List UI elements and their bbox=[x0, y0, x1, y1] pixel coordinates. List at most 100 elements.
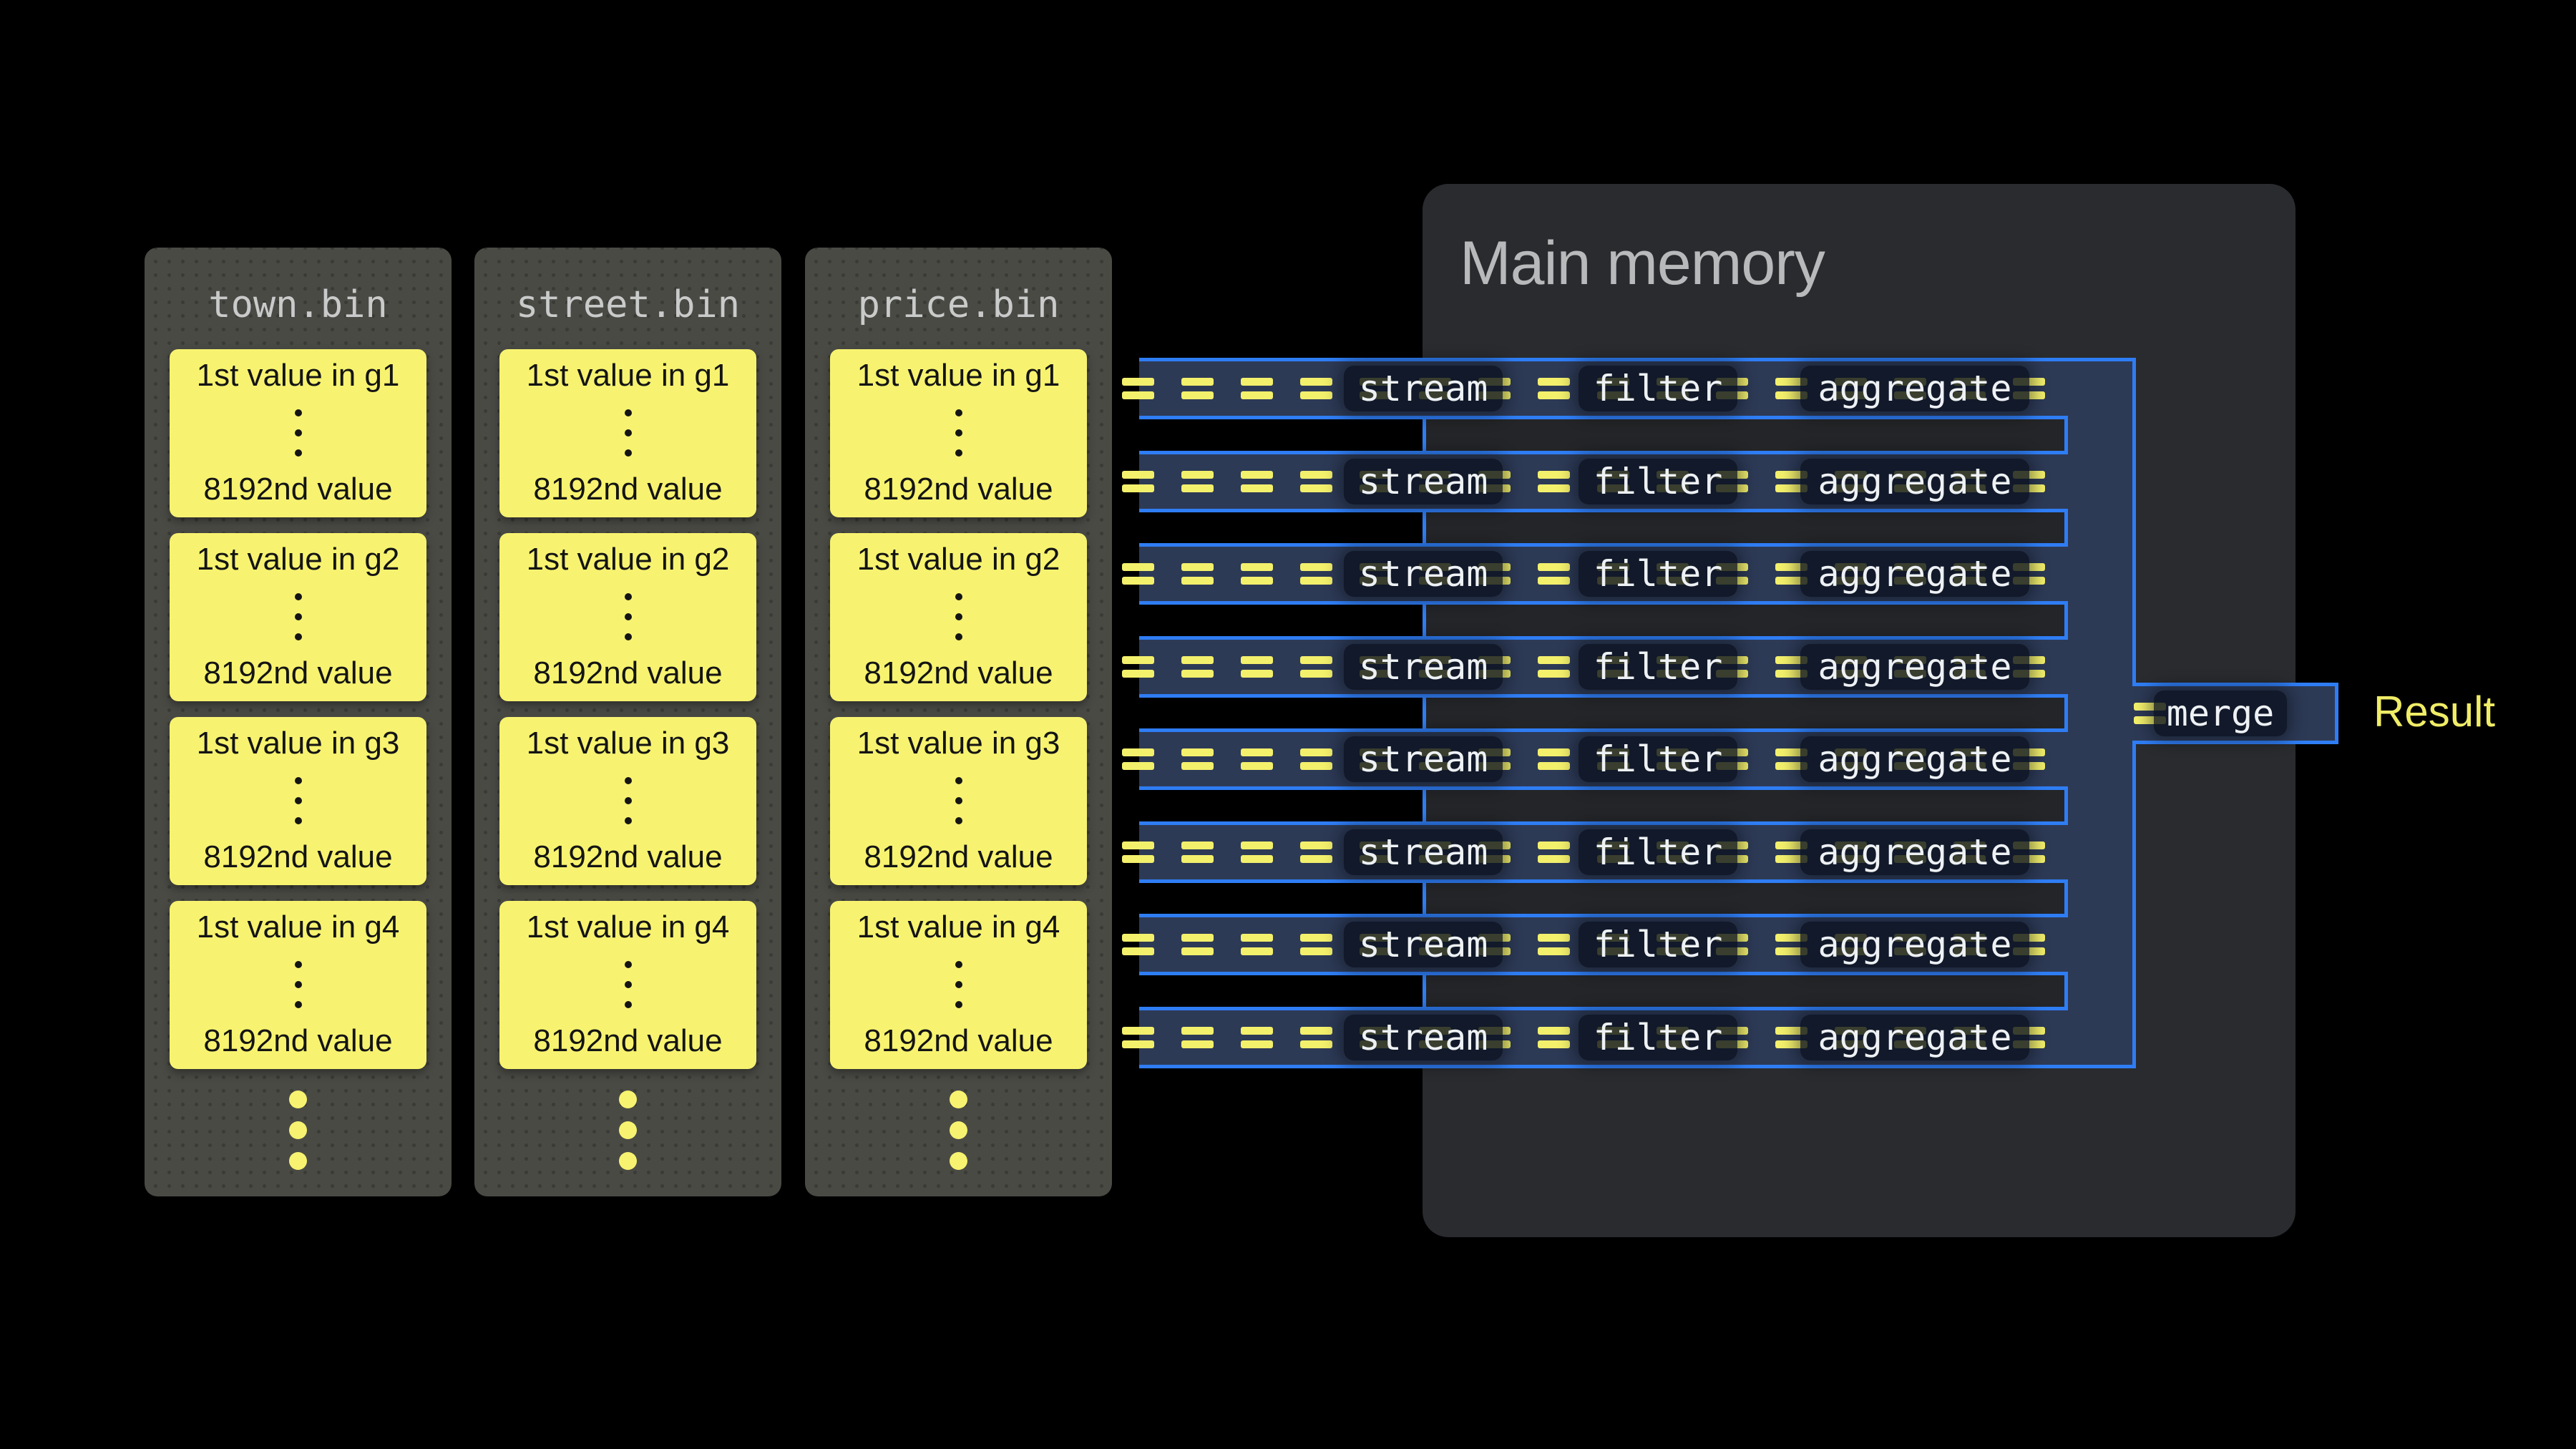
stage-aggregate: aggregate bbox=[1800, 736, 2029, 782]
ellipsis-dots bbox=[955, 777, 962, 824]
more-groups-dot bbox=[950, 1091, 967, 1108]
stage-stream: stream bbox=[1344, 459, 1503, 504]
group-last-value: 8192nd value bbox=[533, 839, 722, 875]
more-groups-dot bbox=[619, 1121, 637, 1139]
pipeline-row-4: streamfilteraggregate bbox=[1139, 636, 2068, 698]
group-cell: 1st value in g38192nd value bbox=[170, 717, 426, 885]
data-chunk-icon bbox=[1538, 563, 1570, 585]
stage-filter: filter bbox=[1579, 1015, 1737, 1060]
data-chunk-icon bbox=[1122, 656, 1154, 678]
data-chunk-icon bbox=[1300, 934, 1332, 955]
stage-filter: filter bbox=[1579, 366, 1737, 411]
group-first-value: 1st value in g4 bbox=[527, 909, 730, 945]
data-chunk-icon bbox=[1300, 748, 1332, 770]
ellipsis-dot bbox=[625, 777, 632, 784]
group-cell: 1st value in g38192nd value bbox=[830, 717, 1087, 885]
more-groups-dot bbox=[289, 1121, 307, 1139]
group-cell: 1st value in g4 8192nd value bbox=[830, 901, 1087, 1069]
stage-aggregate: aggregate bbox=[1800, 644, 2029, 690]
ellipsis-dot bbox=[625, 817, 632, 824]
group-first-value: 1st value in g4 bbox=[197, 909, 400, 945]
ellipsis-dot bbox=[295, 449, 302, 457]
more-groups-dots bbox=[474, 1091, 781, 1170]
more-groups-dot bbox=[289, 1152, 307, 1170]
pipeline-row-1: streamfilteraggregate bbox=[1139, 358, 2068, 419]
ellipsis-dot bbox=[295, 1001, 302, 1008]
ellipsis-dot bbox=[295, 613, 302, 620]
more-groups-dots bbox=[805, 1091, 1112, 1170]
file-column-street.bin: street.bin1st value in g18192nd value1st… bbox=[474, 248, 781, 1196]
group-first-value: 1st value in g2 bbox=[527, 542, 730, 577]
group-last-value: 8192nd value bbox=[864, 1023, 1053, 1059]
file-column-town.bin: town.bin1st value in g18192nd value1st v… bbox=[145, 248, 452, 1196]
stage-stream: stream bbox=[1344, 922, 1503, 967]
ellipsis-dots bbox=[295, 593, 302, 640]
stage-aggregate: aggregate bbox=[1800, 829, 2029, 875]
group-first-value: 1st value in g4 bbox=[857, 909, 1060, 945]
data-chunk-icon bbox=[1241, 471, 1273, 492]
ellipsis-dot bbox=[625, 613, 632, 620]
pipeline-spine bbox=[2068, 358, 2136, 1068]
pipeline-gap-buffer bbox=[1423, 883, 2068, 914]
stage-filter: filter bbox=[1579, 922, 1737, 967]
ellipsis-dot bbox=[955, 593, 962, 600]
result-label: Result bbox=[2373, 691, 2495, 733]
ellipsis-dot bbox=[295, 817, 302, 824]
ellipsis-dot bbox=[625, 409, 632, 416]
data-chunk-icon bbox=[1122, 934, 1154, 955]
more-groups-dot bbox=[950, 1121, 967, 1139]
group-cell: 1st value in g18192nd value bbox=[170, 349, 426, 517]
ellipsis-dots bbox=[625, 777, 632, 824]
ellipsis-dot bbox=[955, 409, 962, 416]
ellipsis-dot bbox=[295, 961, 302, 968]
group-cell: 1st value in g2 8192nd value bbox=[499, 533, 756, 701]
data-chunk-icon bbox=[1300, 841, 1332, 863]
data-chunk-icon bbox=[1181, 656, 1214, 678]
stage-stream: stream bbox=[1344, 829, 1503, 875]
data-chunk-icon bbox=[1538, 471, 1570, 492]
pipeline-gap-buffer bbox=[1423, 419, 2068, 451]
ellipsis-dot bbox=[955, 613, 962, 620]
data-chunk-icon bbox=[1300, 378, 1332, 399]
ellipsis-dot bbox=[625, 593, 632, 600]
ellipsis-dot bbox=[295, 777, 302, 784]
stage-aggregate: aggregate bbox=[1800, 551, 2029, 597]
ellipsis-dot bbox=[955, 961, 962, 968]
ellipsis-dot bbox=[295, 593, 302, 600]
ellipsis-dot bbox=[295, 409, 302, 416]
group-first-value: 1st value in g1 bbox=[527, 358, 730, 394]
data-chunk-icon bbox=[1300, 1027, 1332, 1048]
ellipsis-dots bbox=[625, 409, 632, 457]
ellipsis-dot bbox=[955, 981, 962, 988]
stage-filter: filter bbox=[1579, 551, 1737, 597]
group-first-value: 1st value in g3 bbox=[197, 726, 400, 761]
data-chunk-icon bbox=[1122, 1027, 1154, 1048]
ellipsis-dot bbox=[295, 429, 302, 436]
stage-filter: filter bbox=[1579, 736, 1737, 782]
group-first-value: 1st value in g1 bbox=[197, 358, 400, 394]
more-groups-dot bbox=[289, 1091, 307, 1108]
ellipsis-dots bbox=[295, 409, 302, 457]
comb-right-border-top bbox=[2132, 358, 2136, 683]
pipeline-row-7: stream filter aggregate bbox=[1139, 914, 2068, 975]
stage-stream: stream bbox=[1344, 1015, 1503, 1060]
group-last-value: 8192nd value bbox=[864, 655, 1053, 691]
data-chunk-icon bbox=[1181, 1027, 1214, 1048]
group-first-value: 1st value in g2 bbox=[197, 542, 400, 577]
pipeline-row-2: streamfilteraggregate bbox=[1139, 451, 2068, 512]
stage-aggregate: aggregate bbox=[1800, 922, 2029, 967]
ellipsis-dot bbox=[955, 777, 962, 784]
data-chunk-icon bbox=[1300, 471, 1332, 492]
ellipsis-dot bbox=[625, 429, 632, 436]
stage-stream: stream bbox=[1344, 736, 1503, 782]
group-first-value: 1st value in g2 bbox=[857, 542, 1060, 577]
stage-stream: stream bbox=[1344, 366, 1503, 411]
group-first-value: 1st value in g3 bbox=[527, 726, 730, 761]
more-groups-dot bbox=[950, 1152, 967, 1170]
data-chunk-icon bbox=[1122, 471, 1154, 492]
file-title: street.bin bbox=[474, 283, 781, 326]
group-last-value: 8192nd value bbox=[203, 1023, 392, 1059]
group-last-value: 8192nd value bbox=[533, 655, 722, 691]
group-cell: 1st value in g18192nd value bbox=[830, 349, 1087, 517]
data-chunk-icon bbox=[1241, 563, 1273, 585]
